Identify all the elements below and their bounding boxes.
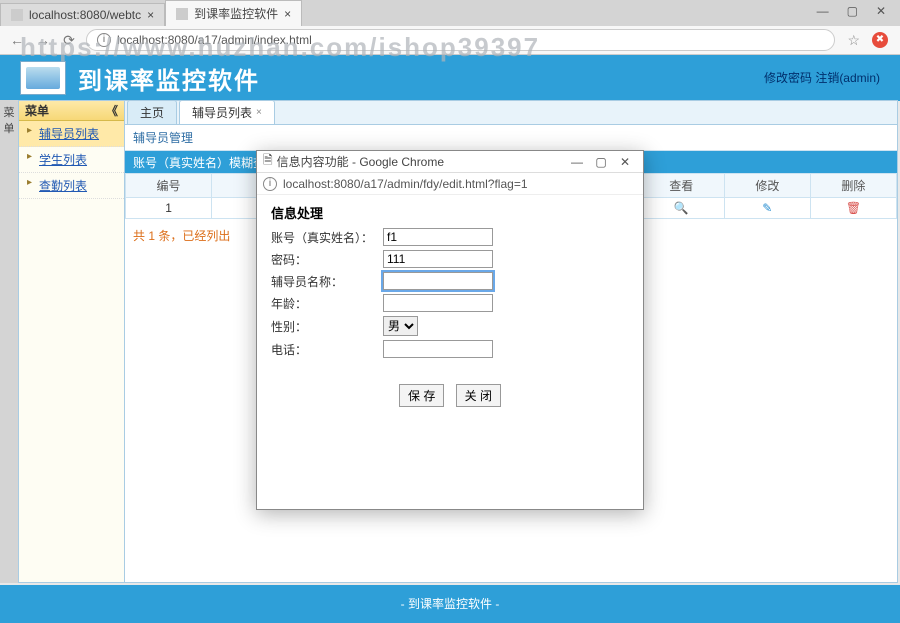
window-controls: — ▢ ✕: [803, 0, 900, 22]
sidebar-item-checks[interactable]: 查勤列表: [19, 173, 124, 199]
account-input[interactable]: [383, 228, 493, 246]
browser-chrome: — ▢ ✕ localhost:8080/webtc × 到课率监控软件 × ←…: [0, 0, 900, 55]
col-edit: 修改: [724, 174, 810, 198]
browser-tab-0[interactable]: localhost:8080/webtc ×: [0, 3, 165, 26]
tab-close-icon[interactable]: ×: [284, 7, 291, 21]
popup-address-bar: i localhost:8080/a17/admin/fdy/edit.html…: [257, 173, 643, 195]
save-button[interactable]: 保 存: [399, 384, 444, 407]
col-delete: 删除: [810, 174, 896, 198]
url-text: localhost:8080/a17/admin/index.html: [117, 33, 312, 47]
popup-title: 信息内容功能 - Google Chrome: [277, 153, 444, 170]
sidebar-header: 菜单 《: [19, 101, 124, 121]
popup-max-button[interactable]: ▢: [589, 155, 613, 169]
app-header: 到课率监控软件 修改密码 注销(admin): [0, 55, 900, 101]
popup-url: localhost:8080/a17/admin/fdy/edit.html?f…: [283, 177, 528, 191]
header-links: 修改密码 注销(admin): [764, 69, 880, 86]
tab-title: localhost:8080/webtc: [29, 8, 141, 22]
page-icon: [11, 9, 23, 21]
tab-close-icon[interactable]: ×: [147, 8, 154, 22]
form-heading: 信息处理: [271, 203, 629, 222]
sidebar-title: 菜单: [25, 102, 49, 119]
view-icon[interactable]: 🔍: [674, 201, 689, 215]
section-title: 辅导员管理: [125, 125, 897, 151]
name-input[interactable]: [383, 272, 493, 290]
logo-icon: [20, 61, 66, 95]
browser-tab-1[interactable]: 到课率监控软件 ×: [165, 0, 302, 26]
col-view: 查看: [638, 174, 724, 198]
phone-input[interactable]: [383, 340, 493, 358]
tab-home[interactable]: 主页: [127, 100, 177, 124]
address-bar: ← → ⟳ i localhost:8080/a17/admin/index.h…: [0, 26, 900, 54]
popup-close-button[interactable]: ✕: [613, 155, 637, 169]
phone-label: 电话：: [271, 341, 383, 358]
footer: - 到课率监控软件 -: [0, 585, 900, 623]
popup-actions: 保 存 关 闭: [271, 384, 629, 407]
gender-label: 性别：: [271, 318, 383, 335]
footer-text: - 到课率监控软件 -: [401, 597, 500, 611]
close-button[interactable]: ✕: [876, 4, 886, 18]
change-password-link[interactable]: 修改密码: [764, 71, 812, 85]
cell-id: 1: [126, 198, 212, 219]
bookmark-icon[interactable]: ☆: [843, 32, 864, 49]
stop-icon[interactable]: ✖: [872, 32, 888, 48]
reload-button[interactable]: ⟳: [60, 31, 78, 49]
age-label: 年龄：: [271, 295, 383, 312]
sidebar-collapse-icon[interactable]: 《: [106, 102, 118, 119]
forward-button[interactable]: →: [34, 31, 52, 49]
password-input[interactable]: [383, 250, 493, 268]
site-info-icon[interactable]: i: [97, 33, 111, 47]
col-id: 编号: [126, 174, 212, 198]
tab-label: 主页: [140, 104, 164, 121]
left-col-label: 菜单: [0, 104, 18, 136]
tab-counselors[interactable]: 辅导员列表 ×: [179, 100, 275, 124]
sidebar-item-label: 辅导员列表: [39, 127, 99, 141]
tab-title: 到课率监控软件: [194, 5, 278, 22]
url-input[interactable]: i localhost:8080/a17/admin/index.html: [86, 29, 835, 51]
back-button[interactable]: ←: [8, 31, 26, 49]
popup-body: 信息处理 账号（真实姓名）： 密码： 辅导员名称： 年龄： 性别： 男 电话：: [257, 195, 643, 415]
app-title: 到课率监控软件: [78, 61, 260, 96]
tab-close-icon[interactable]: ×: [256, 107, 262, 118]
account-label: 账号（真实姓名）：: [271, 229, 383, 246]
sidebar-item-counselors[interactable]: 辅导员列表: [19, 121, 124, 147]
logout-link[interactable]: 注销(admin): [815, 71, 880, 85]
max-button[interactable]: ▢: [847, 4, 858, 18]
sidebar: 菜单 《 辅导员列表 学生列表 查勤列表: [19, 101, 125, 582]
sidebar-item-label: 查勤列表: [39, 179, 87, 193]
age-input[interactable]: [383, 294, 493, 312]
delete-icon[interactable]: 🗑: [846, 201, 861, 215]
min-button[interactable]: —: [817, 4, 829, 18]
edit-icon[interactable]: ✎: [762, 201, 772, 215]
browser-tabs: localhost:8080/webtc × 到课率监控软件 ×: [0, 0, 900, 26]
sidebar-item-label: 学生列表: [39, 153, 87, 167]
password-label: 密码：: [271, 251, 383, 268]
site-info-icon[interactable]: i: [263, 177, 277, 191]
popup-titlebar[interactable]: 🗎 信息内容功能 - Google Chrome — ▢ ✕: [257, 151, 643, 173]
name-label: 辅导员名称：: [271, 273, 383, 290]
popup-min-button[interactable]: —: [565, 155, 589, 169]
tab-label: 辅导员列表: [192, 104, 252, 121]
popup-window: 🗎 信息内容功能 - Google Chrome — ▢ ✕ i localho…: [256, 150, 644, 510]
close-button[interactable]: 关 闭: [456, 384, 501, 407]
sidebar-item-students[interactable]: 学生列表: [19, 147, 124, 173]
page-icon: [176, 8, 188, 20]
left-column-handle[interactable]: 菜单: [0, 100, 18, 583]
page-icon: 🗎: [263, 151, 273, 172]
content-tabs: 主页 辅导员列表 ×: [125, 101, 897, 125]
gender-select[interactable]: 男: [383, 316, 418, 336]
